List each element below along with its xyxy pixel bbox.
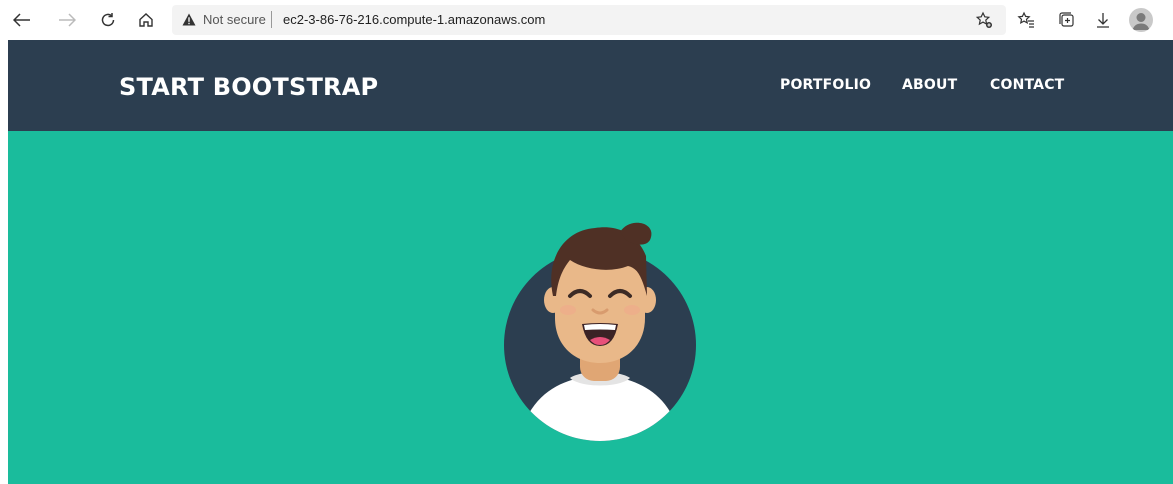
security-status[interactable]: Not secure: [203, 12, 266, 27]
favorites-icon[interactable]: [1015, 9, 1037, 31]
home-icon[interactable]: [134, 8, 158, 32]
nav-link-contact[interactable]: CONTACT: [990, 77, 1064, 93]
page-edge: [0, 40, 8, 484]
collections-icon[interactable]: [1056, 9, 1078, 31]
url-text[interactable]: ec2-3-86-76-216.compute-1.amazonaws.com: [283, 12, 545, 27]
profile-icon[interactable]: [1129, 8, 1153, 32]
avatar-image: [504, 222, 696, 441]
add-favorite-icon[interactable]: [973, 9, 995, 31]
warning-icon[interactable]: [182, 13, 196, 31]
address-bar[interactable]: Not secure ec2-3-86-76-216.compute-1.ama…: [172, 5, 1006, 35]
nav-link-portfolio[interactable]: PORTFOLIO: [780, 77, 871, 93]
masthead: [8, 131, 1173, 484]
nav-link-about[interactable]: ABOUT: [902, 77, 957, 93]
refresh-icon[interactable]: [96, 8, 120, 32]
forward-icon[interactable]: [55, 8, 79, 32]
site-navbar: START BOOTSTRAP PORTFOLIO ABOUT CONTACT: [8, 40, 1173, 131]
address-divider: [271, 11, 272, 28]
downloads-icon[interactable]: [1092, 9, 1114, 31]
brand-logo-link[interactable]: START BOOTSTRAP: [119, 73, 378, 101]
browser-toolbar: Not secure ec2-3-86-76-216.compute-1.ama…: [0, 0, 1173, 41]
back-icon[interactable]: [10, 8, 34, 32]
